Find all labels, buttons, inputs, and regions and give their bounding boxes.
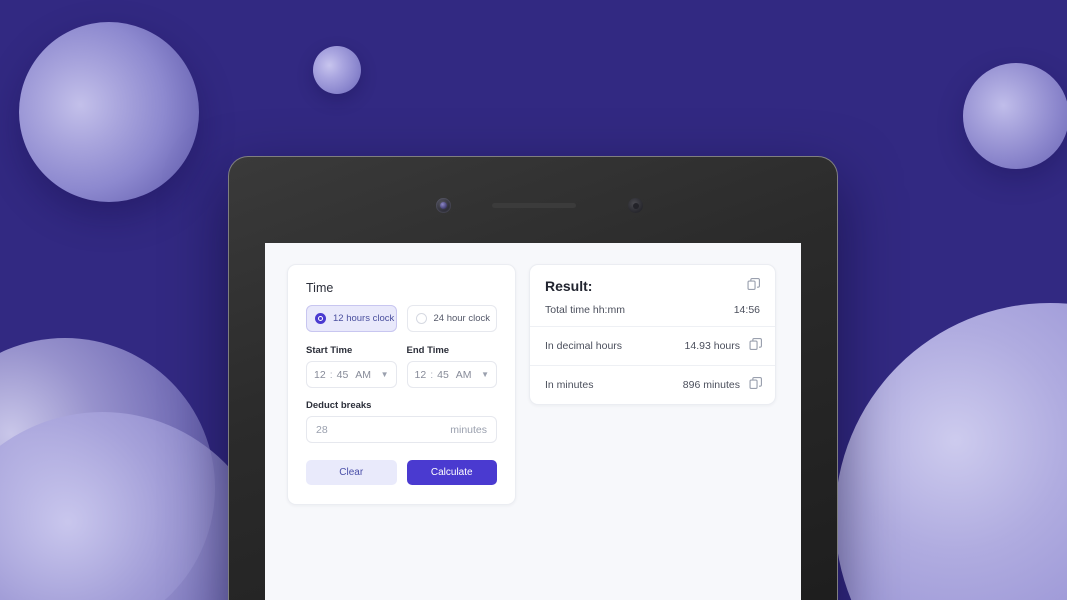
sensor-icon [628, 198, 643, 213]
action-buttons-row: Clear Calculate [306, 460, 497, 485]
end-time-field-group: End Time 12 : 45 AM ▼ [406, 345, 497, 388]
chevron-down-icon[interactable]: ▼ [381, 370, 389, 379]
copy-icon[interactable] [749, 376, 763, 390]
deduct-breaks-value[interactable]: 28 [316, 424, 328, 436]
start-time-hours[interactable]: 12 [314, 369, 326, 381]
radio-label-24-hour: 24 hour clock [433, 313, 491, 324]
end-time-hours[interactable]: 12 [415, 369, 427, 381]
start-time-separator: : [329, 368, 333, 381]
scene-background: Time 12 hours clock 24 hour clock Start … [0, 0, 1067, 600]
tablet-top-bezel [229, 157, 837, 243]
start-time-input[interactable]: 12 : 45 AM ▼ [306, 361, 397, 388]
time-calculator-app: Time 12 hours clock 24 hour clock Start … [265, 243, 801, 505]
result-label-total-time: Total time hh:mm [545, 304, 625, 316]
radio-option-24-hour[interactable]: 24 hour clock [406, 305, 497, 332]
tablet-device: Time 12 hours clock 24 hour clock Start … [228, 156, 838, 600]
tablet-screen: Time 12 hours clock 24 hour clock Start … [265, 243, 801, 600]
chevron-down-icon[interactable]: ▼ [481, 370, 489, 379]
result-row-total-time: Total time hh:mm 14:56 [545, 304, 760, 316]
deduct-breaks-label: Deduct breaks [306, 400, 372, 411]
clear-button[interactable]: Clear [306, 460, 397, 485]
end-time-input[interactable]: 12 : 45 AM ▼ [406, 361, 497, 388]
result-title: Result: [545, 278, 593, 294]
start-time-minutes[interactable]: 45 [337, 369, 349, 381]
decorative-sphere-top-left [19, 22, 199, 202]
end-time-label: End Time [406, 345, 450, 356]
copy-icon[interactable] [747, 277, 761, 291]
radio-option-12-hour[interactable]: 12 hours clock [306, 305, 397, 332]
result-label-decimal-hours: In decimal hours [545, 340, 623, 352]
result-card: Result: Total time hh:mm 14:56 In decima… [529, 264, 776, 405]
result-value-decimal-hours: 14.93 hours [684, 340, 740, 352]
time-input-card: Time 12 hours clock 24 hour clock Start … [287, 264, 516, 505]
radio-dot-icon [415, 313, 427, 324]
result-label-minutes: In minutes [545, 379, 594, 391]
decorative-sphere-bottom-right [835, 303, 1067, 600]
copy-icon[interactable] [749, 337, 763, 351]
end-time-minutes[interactable]: 45 [437, 369, 449, 381]
start-time-label: Start Time [306, 345, 353, 356]
end-time-meridiem[interactable]: AM [456, 369, 472, 381]
result-row-decimal-hours: In decimal hours 14.93 hours [530, 326, 775, 365]
start-time-meridiem[interactable]: AM [355, 369, 371, 381]
time-section-title: Time [306, 281, 334, 295]
end-time-separator: : [430, 368, 434, 381]
camera-icon [436, 198, 451, 213]
decorative-sphere-top-right [963, 63, 1067, 169]
deduct-breaks-input[interactable]: 28 minutes [306, 416, 497, 443]
time-fields-row: Start Time 12 : 45 AM ▼ End Time 12: 45… [306, 345, 497, 388]
radio-label-12-hour: 12 hours clock [333, 313, 395, 324]
decorative-sphere-bottom-left-upper [0, 338, 215, 600]
clock-format-radio-group: 12 hours clock 24 hour clock [306, 305, 497, 332]
decorative-sphere-small [313, 46, 361, 94]
speaker-grille-icon [492, 203, 576, 208]
deduct-breaks-unit: minutes [450, 423, 487, 436]
radio-dot-selected-icon [315, 313, 326, 324]
result-row-minutes: In minutes 896 minutes [530, 365, 775, 404]
result-header: Result: Total time hh:mm 14:56 [530, 265, 775, 326]
start-time-field-group: Start Time 12 : 45 AM ▼ [306, 345, 397, 388]
result-value-total-time: 14:56 [733, 304, 760, 316]
calculate-button[interactable]: Calculate [406, 460, 497, 485]
result-value-minutes: 896 minutes [682, 379, 740, 391]
